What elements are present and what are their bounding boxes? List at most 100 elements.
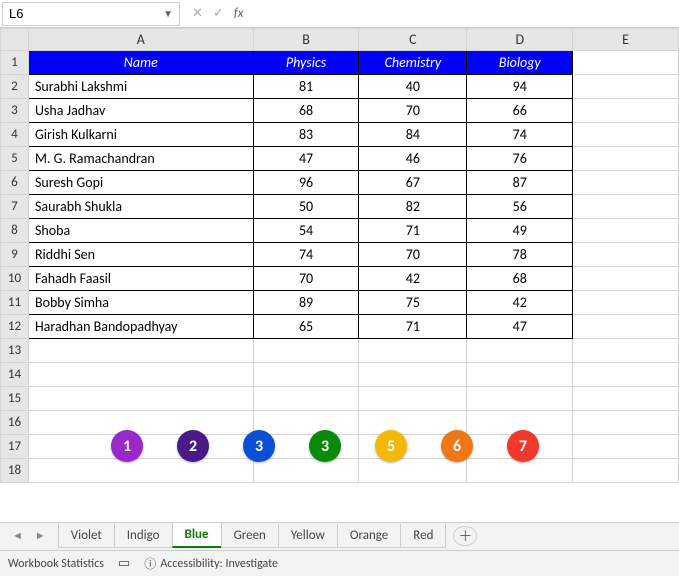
cell-chemistry[interactable]: 71	[359, 219, 467, 243]
cell[interactable]	[573, 219, 679, 243]
cell-name[interactable]: Bobby Simha	[28, 291, 253, 315]
cell-biology[interactable]: 66	[467, 99, 573, 123]
cell[interactable]	[359, 387, 467, 411]
row-header[interactable]: 18	[1, 459, 29, 483]
formula-input[interactable]	[255, 2, 679, 26]
cell[interactable]	[573, 75, 679, 99]
cell[interactable]	[573, 171, 679, 195]
cell-name[interactable]: Girish Kulkarni	[28, 123, 253, 147]
cell-name[interactable]: Surabhi Lakshmi	[28, 75, 253, 99]
cell-chemistry[interactable]: 75	[359, 291, 467, 315]
workbook-stats-label[interactable]: Workbook Statistics	[8, 557, 104, 571]
cell-physics[interactable]: 50	[253, 195, 359, 219]
cell-biology[interactable]: 49	[467, 219, 573, 243]
cell-chemistry[interactable]: 46	[359, 147, 467, 171]
row-header[interactable]: 13	[1, 339, 29, 363]
row-header[interactable]: 12	[1, 315, 29, 339]
col-header-A[interactable]: A	[28, 29, 253, 51]
cell-chemistry[interactable]: 67	[359, 171, 467, 195]
cell[interactable]	[573, 147, 679, 171]
cell-name[interactable]: Suresh Gopi	[28, 171, 253, 195]
sheet-tab-orange[interactable]: Orange	[337, 524, 401, 548]
cell[interactable]	[359, 435, 467, 459]
cell[interactable]	[28, 363, 253, 387]
cell-physics[interactable]: 65	[253, 315, 359, 339]
select-all-cell[interactable]	[1, 29, 29, 51]
cell[interactable]	[467, 459, 573, 483]
cell[interactable]	[573, 291, 679, 315]
cell-chemistry[interactable]: 71	[359, 315, 467, 339]
cell[interactable]	[253, 435, 359, 459]
cell-chemistry[interactable]: 84	[359, 123, 467, 147]
header-biology[interactable]: Biology	[467, 51, 573, 75]
cell[interactable]	[573, 243, 679, 267]
row-header[interactable]: 2	[1, 75, 29, 99]
col-header-C[interactable]: C	[359, 29, 467, 51]
cell[interactable]	[573, 459, 679, 483]
cell[interactable]	[253, 339, 359, 363]
row-header[interactable]: 8	[1, 219, 29, 243]
cell-physics[interactable]: 96	[253, 171, 359, 195]
tab-nav-arrows[interactable]: ◄ ►	[0, 527, 58, 544]
cell[interactable]	[28, 387, 253, 411]
row-header[interactable]: 10	[1, 267, 29, 291]
sheet-tab-red[interactable]: Red	[400, 524, 446, 548]
cell-chemistry[interactable]: 82	[359, 195, 467, 219]
cell-physics[interactable]: 54	[253, 219, 359, 243]
cell-name[interactable]: M. G. Ramachandran	[28, 147, 253, 171]
cell-biology[interactable]: 74	[467, 123, 573, 147]
cell[interactable]	[573, 435, 679, 459]
cell[interactable]	[467, 339, 573, 363]
sheet-tab-violet[interactable]: Violet	[58, 524, 115, 548]
row-header[interactable]: 15	[1, 387, 29, 411]
cell[interactable]	[573, 123, 679, 147]
cell-name[interactable]: Fahadh Faasil	[28, 267, 253, 291]
cell[interactable]	[467, 411, 573, 435]
cell-physics[interactable]: 70	[253, 267, 359, 291]
cell[interactable]	[359, 339, 467, 363]
cell[interactable]	[28, 411, 253, 435]
col-header-D[interactable]: D	[467, 29, 573, 51]
accessibility-status[interactable]: ⓘ Accessibility: Investigate	[144, 555, 278, 572]
cell-name[interactable]: Haradhan Bandopadhyay	[28, 315, 253, 339]
cell-biology[interactable]: 42	[467, 291, 573, 315]
cell[interactable]	[573, 411, 679, 435]
cell-physics[interactable]: 83	[253, 123, 359, 147]
cell[interactable]	[573, 387, 679, 411]
cell[interactable]	[573, 99, 679, 123]
add-sheet-button[interactable]: ＋	[453, 526, 477, 546]
cell[interactable]	[573, 363, 679, 387]
cell-chemistry[interactable]: 70	[359, 99, 467, 123]
cell[interactable]	[467, 435, 573, 459]
header-physics[interactable]: Physics	[253, 51, 359, 75]
cell[interactable]	[573, 339, 679, 363]
row-header[interactable]: 1	[1, 51, 29, 75]
cell-physics[interactable]: 74	[253, 243, 359, 267]
cell-biology[interactable]: 56	[467, 195, 573, 219]
row-header[interactable]: 6	[1, 171, 29, 195]
cell-physics[interactable]: 47	[253, 147, 359, 171]
tab-nav-prev-icon[interactable]: ◄	[8, 527, 27, 544]
cell-biology[interactable]: 87	[467, 171, 573, 195]
name-box[interactable]: ▼	[2, 2, 180, 26]
cell-physics[interactable]: 89	[253, 291, 359, 315]
cell-name[interactable]: Shoba	[28, 219, 253, 243]
row-header[interactable]: 5	[1, 147, 29, 171]
cell-biology[interactable]: 78	[467, 243, 573, 267]
spreadsheet-grid[interactable]: A B C D E 1NamePhysicsChemistryBiology2S…	[0, 28, 679, 483]
cell-chemistry[interactable]: 42	[359, 267, 467, 291]
name-box-input[interactable]	[9, 6, 163, 21]
cell-biology[interactable]: 47	[467, 315, 573, 339]
row-header[interactable]: 4	[1, 123, 29, 147]
row-header[interactable]: 3	[1, 99, 29, 123]
cell-chemistry[interactable]: 70	[359, 243, 467, 267]
cell-name[interactable]: Riddhi Sen	[28, 243, 253, 267]
row-header[interactable]: 7	[1, 195, 29, 219]
cell-name[interactable]: Usha Jadhav	[28, 99, 253, 123]
cell-physics[interactable]: 68	[253, 99, 359, 123]
name-box-dropdown-icon[interactable]: ▼	[163, 7, 173, 20]
cell[interactable]	[359, 411, 467, 435]
display-settings-icon[interactable]: ▭	[118, 556, 130, 571]
cell-biology[interactable]: 76	[467, 147, 573, 171]
row-header[interactable]: 16	[1, 411, 29, 435]
